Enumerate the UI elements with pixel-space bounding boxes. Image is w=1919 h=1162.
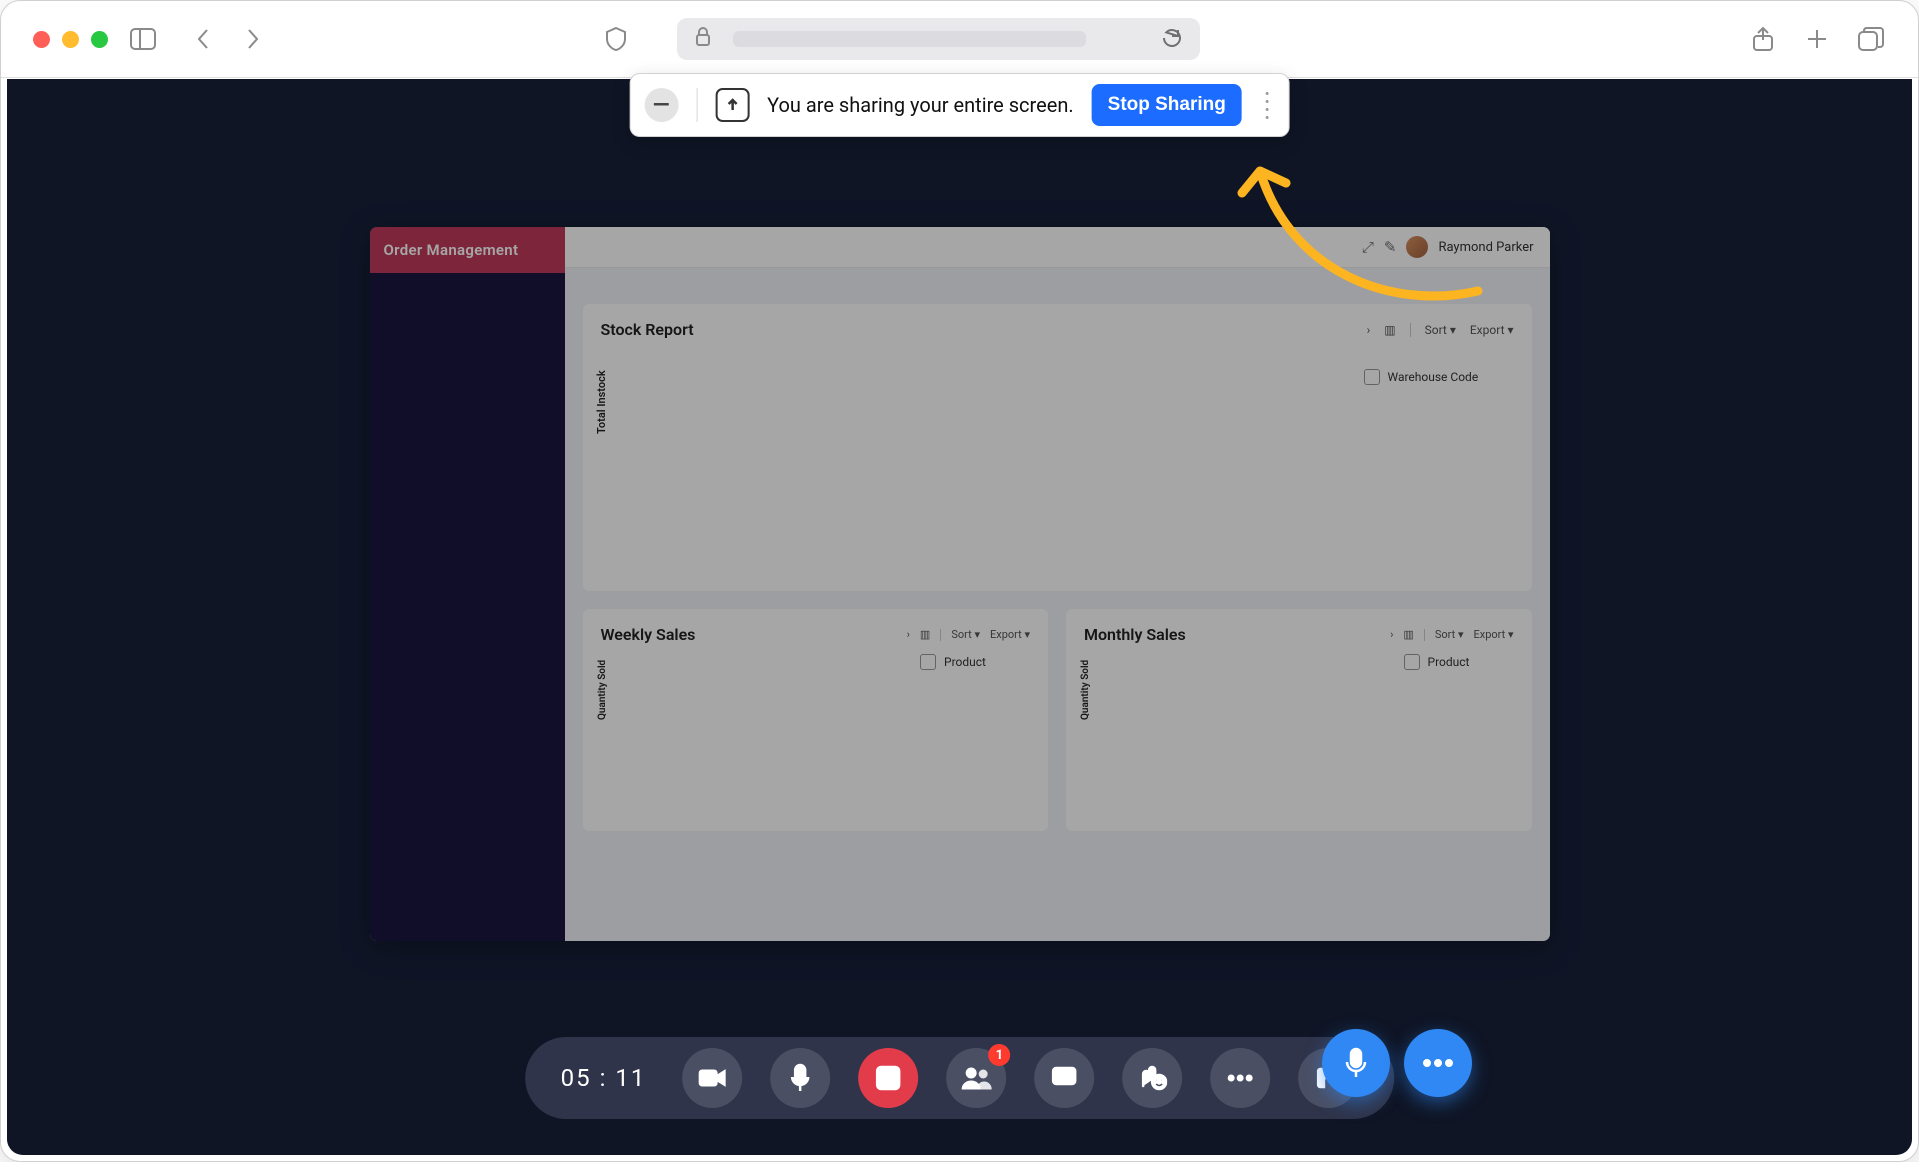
sort-dropdown[interactable]: Sort ▾	[1435, 628, 1464, 641]
weekly-sales-legend: Product	[920, 644, 1030, 819]
chat-button[interactable]	[1034, 1048, 1094, 1108]
bars-icon[interactable]: ▥	[920, 628, 930, 641]
camera-button[interactable]	[682, 1048, 742, 1108]
sidebar: Order Management	[370, 227, 565, 941]
close-window-button[interactable]	[33, 31, 50, 48]
browser-window: Order Management ⤢ ✎ Raymond Parker Stoc…	[0, 0, 1919, 1162]
checkbox-icon[interactable]	[1364, 369, 1380, 385]
sidebar-toggle-button[interactable]	[128, 24, 158, 54]
traffic-lights	[33, 31, 108, 48]
tabs-overview-button[interactable]	[1856, 24, 1886, 54]
participants-badge: 1	[988, 1044, 1010, 1066]
stop-share-button[interactable]	[858, 1048, 918, 1108]
user-name: Raymond Parker	[1438, 240, 1533, 255]
reload-button[interactable]	[1160, 26, 1182, 52]
chevron-right-icon[interactable]: ›	[1367, 323, 1371, 337]
sharing-indicator-icon	[715, 88, 749, 122]
reactions-button[interactable]	[1122, 1048, 1182, 1108]
fullscreen-window-button[interactable]	[91, 31, 108, 48]
fullscreen-icon[interactable]: ⤢	[1362, 238, 1374, 256]
legend-header: Warehouse Code	[1388, 370, 1479, 384]
monthly-sales-legend: Product	[1404, 644, 1514, 819]
monthly-sales-title: Monthly Sales	[1084, 625, 1186, 644]
chevron-right-icon[interactable]: ›	[907, 628, 910, 641]
minimize-window-button[interactable]	[62, 31, 79, 48]
stock-report-ylabel: Total Instock	[595, 370, 608, 434]
legend-header: Product	[944, 655, 986, 669]
settings-icon[interactable]: ✎	[1384, 238, 1397, 256]
chevron-right-icon[interactable]: ›	[1390, 628, 1393, 641]
screen-share-banner: — You are sharing your entire screen. St…	[629, 73, 1290, 137]
stock-report-chart: Total Instock	[601, 349, 1346, 579]
page-viewport: Order Management ⤢ ✎ Raymond Parker Stoc…	[7, 79, 1912, 1155]
address-bar[interactable]	[677, 18, 1201, 60]
floating-action-buttons	[1322, 1029, 1472, 1097]
dashboard-main: ⤢ ✎ Raymond Parker Stock Report › ▥ Sort…	[565, 227, 1550, 941]
weekly-sales-chart: Quantity Sold	[601, 644, 907, 819]
microphone-button[interactable]	[770, 1048, 830, 1108]
avatar[interactable]	[1406, 236, 1428, 258]
dashboard-topbar: ⤢ ✎ Raymond Parker	[565, 227, 1550, 268]
share-message: You are sharing your entire screen.	[767, 93, 1074, 117]
checkbox-icon[interactable]	[1404, 654, 1420, 670]
sort-dropdown[interactable]: Sort ▾	[1425, 323, 1456, 337]
browser-toolbar	[1, 1, 1918, 78]
bars-icon[interactable]: ▥	[1403, 628, 1413, 641]
weekly-sales-title: Weekly Sales	[601, 625, 696, 644]
sort-dropdown[interactable]: Sort ▾	[951, 628, 980, 641]
drag-handle-icon[interactable]	[1260, 92, 1275, 119]
stop-sharing-button[interactable]: Stop Sharing	[1092, 84, 1242, 126]
checkbox-icon[interactable]	[920, 654, 936, 670]
forward-button[interactable]	[238, 24, 268, 54]
legend-header: Product	[1428, 655, 1470, 669]
export-dropdown[interactable]: Export ▾	[1473, 628, 1513, 641]
bars-icon[interactable]: ▥	[1384, 323, 1395, 337]
new-tab-button[interactable]	[1802, 24, 1832, 54]
microphone-fab[interactable]	[1322, 1029, 1390, 1097]
export-dropdown[interactable]: Export ▾	[990, 628, 1030, 641]
participants-button[interactable]: 1	[946, 1048, 1006, 1108]
monthly-sales-chart: Quantity Sold	[1084, 644, 1390, 819]
stock-report-legend: Warehouse Code	[1364, 349, 1514, 579]
collapse-banner-button[interactable]: —	[644, 88, 678, 122]
meeting-control-bar: 05 : 11 1	[525, 1037, 1395, 1119]
shared-dashboard-window: Order Management ⤢ ✎ Raymond Parker Stoc…	[370, 227, 1550, 941]
monthly-sales-panel: Monthly Sales › ▥ Sort ▾ Export ▾	[1066, 609, 1532, 831]
weekly-sales-ylabel: Quantity Sold	[597, 660, 608, 720]
url-placeholder	[733, 31, 1087, 47]
more-options-fab[interactable]	[1404, 1029, 1472, 1097]
kpi-card-row	[565, 268, 1550, 286]
weekly-sales-panel: Weekly Sales › ▥ Sort ▾ Export ▾	[583, 609, 1049, 831]
share-button[interactable]	[1748, 24, 1778, 54]
back-button[interactable]	[188, 24, 218, 54]
more-button[interactable]	[1210, 1048, 1270, 1108]
stock-report-panel: Stock Report › ▥ Sort ▾ Export ▾ Total I…	[583, 304, 1532, 591]
lock-icon	[695, 27, 711, 51]
monthly-sales-ylabel: Quantity Sold	[1080, 660, 1091, 720]
stock-report-title: Stock Report	[601, 320, 694, 339]
privacy-shield-icon[interactable]	[601, 24, 631, 54]
meeting-timer: 05 : 11	[561, 1064, 647, 1092]
export-dropdown[interactable]: Export ▾	[1470, 323, 1514, 337]
app-title: Order Management	[370, 227, 565, 273]
